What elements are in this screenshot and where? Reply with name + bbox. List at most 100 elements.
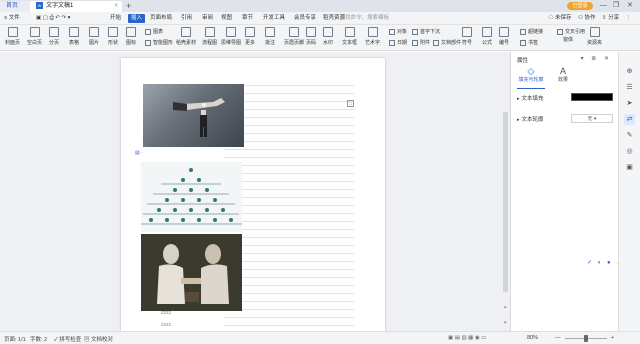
command-search[interactable]: ⌕ 查找命令、搜索模板 (335, 14, 413, 23)
menu-home[interactable]: 开始 (110, 14, 121, 23)
dropcap-button[interactable]: 首字下沉 (412, 28, 440, 35)
close-tab-icon[interactable]: × (114, 1, 118, 12)
wordart-button[interactable]: 艺术字 (365, 27, 380, 46)
view-mode-icons[interactable]: ▣ ▤ ▥ ▦ ◉ ▭ (448, 335, 486, 341)
date-button[interactable]: 日期 (389, 39, 407, 46)
ribbon-insert: 封面页 空白页 分页 表格 图片 形状 图标 图表 智能图形 稻壳素材 流程图 … (0, 25, 640, 51)
blank-page-icon (29, 27, 40, 37)
text-fill-color-swatch[interactable] (571, 93, 613, 101)
close-icon[interactable]: ✕ (627, 0, 633, 12)
share-button[interactable]: ⇪ 分享 (602, 14, 619, 23)
tab-home[interactable]: 首页 (0, 1, 30, 12)
new-tab-button[interactable]: + (126, 0, 131, 12)
document-image-people-pyramid[interactable] (141, 162, 242, 232)
sidebar-location-icon[interactable]: ◎ (624, 146, 635, 157)
shape-icon (108, 27, 118, 37)
panel-controls[interactable]: ▾ ⊕ ✕ (581, 55, 612, 62)
watermark-button[interactable]: 水印 (323, 27, 333, 46)
comment-button[interactable]: 批注 (265, 27, 275, 46)
search-placeholder: 查找命令、搜索模板 (339, 15, 390, 21)
numbering-button[interactable]: 编号 (499, 27, 509, 46)
cross-reference-button[interactable]: 交叉引用 (557, 28, 585, 35)
zoom-out-button[interactable]: — (555, 335, 561, 341)
menu-developer[interactable]: 开发工具 (263, 14, 285, 23)
hyperlink-button[interactable]: 超链接 (520, 28, 543, 35)
cloud-icon: ☁ (548, 15, 556, 21)
login-button[interactable]: 已登录 (567, 2, 593, 10)
attachment-button[interactable]: 附件 (412, 39, 430, 46)
sidebar-image-icon[interactable]: ▣ (624, 162, 635, 173)
menu-member[interactable]: 会员专享 (294, 14, 316, 23)
page-number-button[interactable]: 页码 (306, 27, 316, 46)
smart-art-button[interactable]: 智能图形 (145, 39, 173, 46)
docer-material-button[interactable]: 稻壳素材 (176, 27, 196, 46)
menu-chapter[interactable]: 章节 (242, 14, 253, 23)
doc-parts-button[interactable]: 文档部件 (433, 39, 461, 46)
cover-page-button[interactable]: 封面页 (5, 27, 20, 46)
sidebar-edit-icon[interactable]: ✎ (624, 130, 635, 141)
tab-effects[interactable]: A 效果 (548, 66, 578, 83)
collaborate-button[interactable]: ⚇ 协作 (578, 14, 595, 23)
textbox-button[interactable]: 文本框 (342, 27, 357, 46)
page-text-line[interactable]: 2222 (161, 322, 171, 327)
header-footer-button[interactable]: 页眉页脚 (284, 27, 304, 46)
formula-button[interactable]: 公式 (482, 27, 492, 46)
document-page[interactable]: □ ▤ · 2222 2222 (121, 58, 385, 331)
shape-button[interactable]: 形状 (108, 27, 118, 46)
zoom-in-button[interactable]: + (611, 335, 614, 341)
more-icon (245, 27, 255, 37)
text-cursor[interactable]: ▤ · (135, 150, 143, 156)
chart-button[interactable]: 图表 (145, 28, 163, 35)
page-break-button[interactable]: 分页 (49, 27, 59, 46)
picture-button[interactable]: 图片 (89, 27, 99, 46)
blank-page-button[interactable]: 空白页 (27, 27, 42, 46)
bookmark-button[interactable]: 书签 (520, 39, 538, 46)
text-fill-row[interactable]: ▸ 文本填充 (517, 94, 544, 102)
symbol-button[interactable]: 符号 (462, 27, 472, 46)
mindmap-button[interactable]: 思维导图 (221, 27, 241, 46)
cross-reference-icon (557, 28, 563, 35)
menu-review[interactable]: 审阅 (202, 14, 213, 23)
resource-folder-button[interactable]: 资源夹 (587, 27, 602, 46)
document-image-handshake[interactable] (141, 234, 242, 311)
menu-insert[interactable]: 插入 (128, 14, 146, 23)
icon-button[interactable]: 图标 (126, 27, 136, 46)
menu-references[interactable]: 引用 (181, 14, 192, 23)
vertical-scrollbar[interactable] (503, 112, 508, 292)
word-count[interactable]: 字数: 2 (30, 335, 47, 343)
zoom-level[interactable]: 80% (527, 335, 538, 341)
undo-redo-icons[interactable]: ▣ ▢ ⎙ ↶ ↷ ▾ (36, 14, 70, 23)
scroll-up-icon[interactable]: ▴ (504, 304, 507, 310)
menu-view[interactable]: 视图 (221, 14, 232, 23)
document-image-pointing-hand[interactable] (143, 84, 244, 147)
text-outline-select[interactable]: 无 ▾ (571, 114, 613, 123)
sidebar-properties-icon[interactable]: ⇄ (624, 114, 635, 125)
object-button[interactable]: 对象 (389, 28, 407, 35)
minimize-icon[interactable]: — (600, 0, 607, 12)
text-outline-row[interactable]: ▸ 文本轮廓 (517, 115, 544, 123)
page-option-icon[interactable]: □ (347, 100, 354, 107)
flowchart-button[interactable]: 流程图 (202, 27, 217, 46)
sidebar-cursor-icon[interactable]: ➤ (624, 98, 635, 109)
page-count[interactable]: 页面: 1/1 (4, 335, 26, 343)
doc-proofread-button[interactable]: ▤ 文档校对 (84, 335, 113, 343)
table-button[interactable]: 表格 (69, 27, 79, 46)
comment-icon (265, 27, 275, 37)
sidebar-list-icon[interactable]: ☰ (624, 82, 635, 93)
restore-icon[interactable]: ❐ (613, 0, 619, 12)
more-menu-icon[interactable]: ⋮ (626, 14, 632, 23)
more-button[interactable]: 更多 (245, 27, 255, 46)
tab-fill-outline[interactable]: ◇ 填充与轮廓 (516, 66, 546, 83)
window-form-button[interactable]: 窗体 (563, 36, 573, 43)
tab-document[interactable]: W 文字文稿1 × (30, 1, 122, 12)
menu-file[interactable]: ≡ 文件 (4, 14, 20, 23)
page-text-line[interactable]: 2222 (161, 310, 171, 315)
scroll-down-icon[interactable]: ▾ (504, 320, 507, 326)
document-icon: W (36, 1, 43, 9)
properties-panel: 属性 ▾ ⊕ ✕ ◇ 填充与轮廓 A 效果 ▸ 文本填充 ▸ 文本轮廓 无 ▾ (510, 52, 618, 331)
unsaved-status[interactable]: ☁ 未保存 (548, 14, 572, 23)
spell-check-toggle[interactable]: ✓ 拼写检查 (54, 335, 81, 343)
menu-layout[interactable]: 页面布局 (150, 14, 172, 23)
zoom-slider-handle[interactable] (584, 335, 588, 342)
sidebar-add-icon[interactable]: ⊕ (624, 66, 635, 77)
